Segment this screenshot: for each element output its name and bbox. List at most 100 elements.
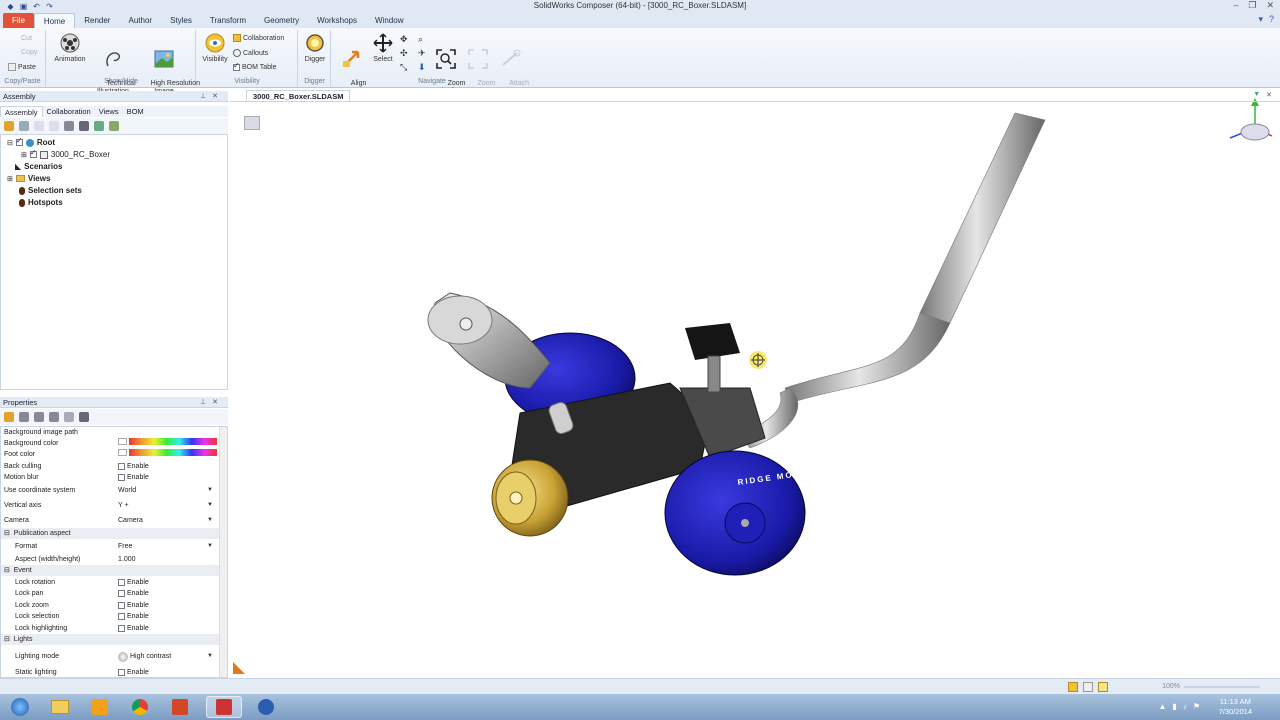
bom-table-button[interactable]: BOM Table <box>233 61 277 71</box>
default-icon[interactable] <box>64 412 74 422</box>
assembly-panel-pin-icon[interactable]: ⊥✕ <box>200 91 224 102</box>
dropdown-arrow-icon[interactable]: ▼ <box>207 485 213 496</box>
status-mode-icon[interactable] <box>1068 682 1078 692</box>
zoom-button[interactable]: ⤡ <box>400 62 407 73</box>
sort-icon[interactable] <box>64 121 74 131</box>
digger-button[interactable]: Digger <box>301 32 329 64</box>
prop-row[interactable]: Vertical axis Y + ▼ <box>1 500 219 511</box>
color-picker[interactable] <box>129 438 217 445</box>
tab-workshops[interactable]: Workshops <box>308 13 366 28</box>
restore-icon[interactable]: ❐ <box>1248 0 1256 11</box>
alphabetical-icon[interactable] <box>19 412 29 422</box>
properties-scrollbar[interactable] <box>219 427 227 677</box>
prop-category[interactable]: ⊟ Event <box>1 565 219 576</box>
subtab-bom[interactable]: BOM <box>123 106 148 117</box>
tree-row-hotspots[interactable]: Hotspots <box>19 197 63 208</box>
status-grid-icon[interactable] <box>1098 682 1108 692</box>
taskbar-solidworks[interactable] <box>248 696 284 718</box>
expand-toggle-icon[interactable]: ⊞ <box>7 175 13 183</box>
expand-toggle-icon[interactable]: ⊞ <box>21 151 27 159</box>
clock[interactable]: 11:13 AM 7/30/2014 <box>1219 697 1252 717</box>
tab-window[interactable]: Window <box>366 13 412 28</box>
animation-button[interactable]: Animation <box>51 32 89 64</box>
collaboration-button[interactable]: Collaboration <box>233 34 284 42</box>
close-icon[interactable]: ✕ <box>1266 91 1272 99</box>
columns-icon[interactable] <box>79 121 89 131</box>
tree-row-model[interactable]: ⊞ 3000_RC_Boxer <box>21 148 110 160</box>
prop-category[interactable]: ⊟ Publication aspect <box>1 528 219 539</box>
close-icon[interactable]: ✕ <box>1266 0 1274 11</box>
flag-icon[interactable]: ⚑ <box>1193 702 1200 711</box>
viewport-thumbnail-icon[interactable] <box>244 116 260 130</box>
taskbar-outlook[interactable] <box>82 696 118 718</box>
prop-row[interactable]: Aspect (width/height) 1.000 <box>1 554 219 565</box>
bom-table-checkbox[interactable] <box>233 61 240 71</box>
tree-row-scenarios[interactable]: ◣ Scenarios <box>15 161 62 172</box>
tree-row-views[interactable]: ⊞ Views <box>7 173 50 184</box>
select-button[interactable]: Select <box>370 32 396 64</box>
ribbon-minimize-icon[interactable]: ▾ <box>1258 14 1263 25</box>
back-culling-checkbox[interactable] <box>118 463 125 470</box>
visibility-button[interactable]: Visibility <box>200 32 230 64</box>
prop-row[interactable]: Lock pan Enable <box>1 588 219 599</box>
root-checkbox[interactable] <box>15 136 23 146</box>
subtab-views[interactable]: Views <box>95 106 123 117</box>
prop-category[interactable]: ⊟ Lights <box>1 634 219 645</box>
dive-button[interactable]: ⬇ <box>418 62 426 73</box>
subtab-collaboration[interactable]: Collaboration <box>43 106 95 117</box>
forward-icon[interactable] <box>49 121 59 131</box>
3d-viewport[interactable]: RIDGE MOTORWORKS HAWK <box>230 88 1280 678</box>
filter-icon[interactable] <box>94 121 104 131</box>
dropdown-arrow-icon[interactable]: ▼ <box>207 500 213 511</box>
expand-icon[interactable] <box>109 121 119 131</box>
paste-button[interactable]: Paste <box>8 63 36 71</box>
tab-transform[interactable]: Transform <box>201 13 255 28</box>
motion-blur-checkbox[interactable] <box>118 474 125 481</box>
zoom-slider[interactable] <box>1184 686 1260 688</box>
tab-styles[interactable]: Styles <box>161 13 201 28</box>
static-lighting-checkbox[interactable] <box>118 669 125 676</box>
taskbar-explorer[interactable] <box>42 696 78 718</box>
prop-row[interactable]: Background color <box>1 438 219 449</box>
network-icon[interactable]: ▮ <box>1172 702 1176 711</box>
collapse-icon[interactable] <box>34 412 44 422</box>
prop-row[interactable]: Lock zoom Enable <box>1 600 219 611</box>
aspect-input[interactable]: 1.000 <box>118 554 136 565</box>
minimize-icon[interactable]: – <box>1233 0 1238 11</box>
dropdown-arrow-icon[interactable]: ▼ <box>207 515 213 526</box>
hierarchy-icon[interactable] <box>19 121 29 131</box>
lock-zoom-checkbox[interactable] <box>118 602 125 609</box>
prop-row[interactable]: Camera Camera ▼ <box>1 515 219 526</box>
lock-highlighting-checkbox[interactable] <box>118 625 125 632</box>
color-swatch[interactable] <box>118 438 127 445</box>
tab-home[interactable]: Home <box>33 13 76 28</box>
orientation-triad-icon[interactable] <box>1229 98 1273 141</box>
status-edit-icon[interactable] <box>1083 682 1093 692</box>
prop-row[interactable]: Lock rotation Enable <box>1 577 219 588</box>
rotate-button[interactable]: ✥ <box>400 34 408 45</box>
lock-pan-checkbox[interactable] <box>118 590 125 597</box>
subtab-assembly[interactable]: Assembly <box>0 106 43 117</box>
color-swatch[interactable] <box>118 449 127 456</box>
cut-button[interactable]: Cut <box>21 35 32 42</box>
zoom-in-button[interactable]: ⌕ <box>418 34 423 45</box>
lock-rotation-checkbox[interactable] <box>118 579 125 586</box>
expand-all-icon[interactable] <box>49 412 59 422</box>
prop-row[interactable]: Lock selection Enable <box>1 611 219 622</box>
start-button[interactable] <box>2 696 38 718</box>
fly-button[interactable]: ✈ <box>418 48 426 59</box>
lock-selection-checkbox[interactable] <box>118 613 125 620</box>
categorized-icon[interactable] <box>4 412 14 422</box>
select-tool-icon[interactable] <box>4 121 14 131</box>
back-icon[interactable] <box>34 121 44 131</box>
tab-file[interactable]: File <box>3 13 34 28</box>
taskbar-powerpoint[interactable] <box>162 696 198 718</box>
pan-button[interactable]: ✣ <box>400 48 408 59</box>
prop-row[interactable]: Motion blur Enable <box>1 472 219 483</box>
callouts-button[interactable]: Callouts <box>233 49 268 57</box>
tree-row-selection-sets[interactable]: Selection sets <box>19 185 82 196</box>
color-picker[interactable] <box>129 449 217 456</box>
properties-panel-pin-icon[interactable]: ⊥✕ <box>200 397 224 408</box>
tab-geometry[interactable]: Geometry <box>255 13 308 28</box>
expand-toggle-icon[interactable]: ⊟ <box>7 139 13 147</box>
